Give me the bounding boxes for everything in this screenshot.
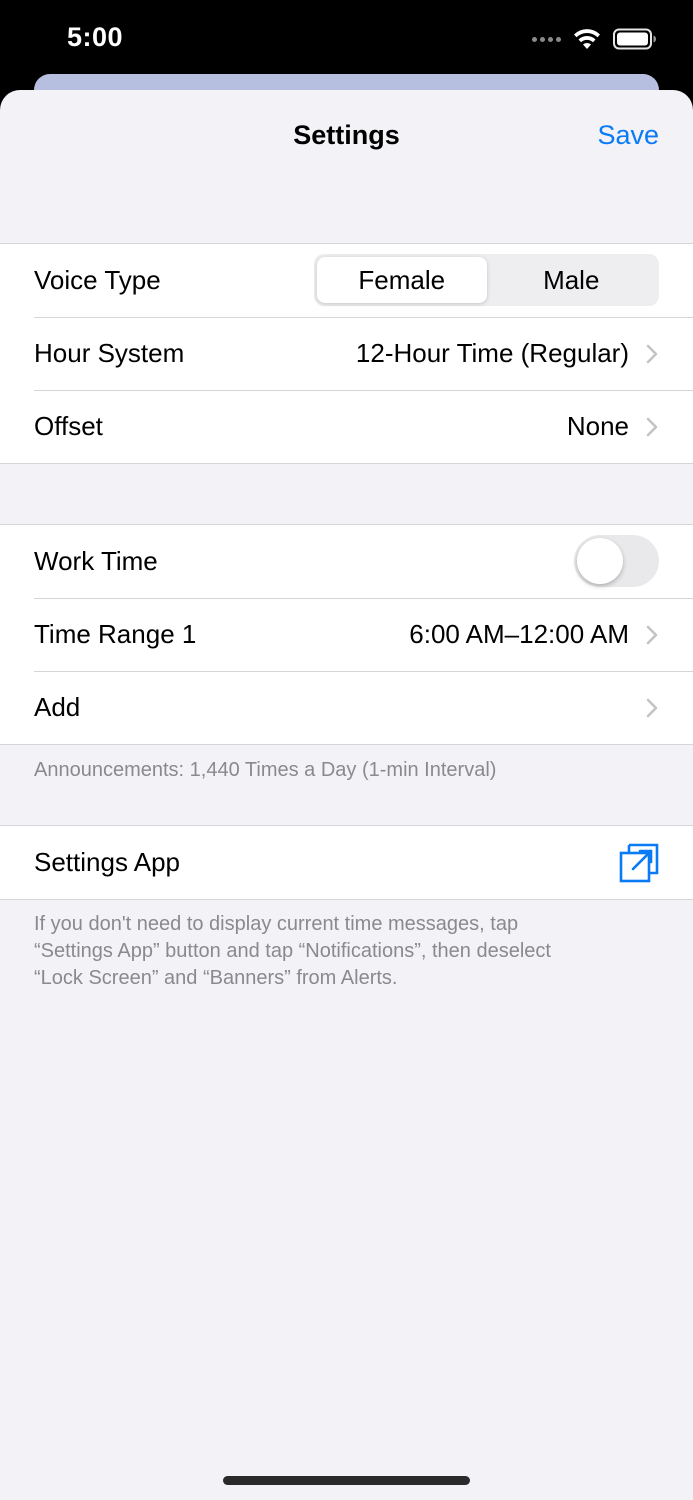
chevron-right-icon xyxy=(646,417,658,436)
chevron-right-icon xyxy=(646,698,658,717)
settings-app-label: Settings App xyxy=(34,847,180,877)
add-label: Add xyxy=(34,692,81,722)
voice-settings-group: Voice Type Female Male Hour System 12-Ho… xyxy=(0,243,693,464)
save-button[interactable]: Save xyxy=(597,120,659,151)
voice-type-row: Voice Type Female Male xyxy=(0,244,693,317)
time-range-row[interactable]: Time Range 1 6:00 AM–12:00 AM xyxy=(0,598,693,671)
voice-type-label: Voice Type xyxy=(34,265,161,295)
toggle-knob xyxy=(577,538,623,584)
settings-note-line: “Lock Screen” and “Banners” from Alerts. xyxy=(34,967,398,989)
segment-male[interactable]: Male xyxy=(487,257,657,303)
cellular-signal-icon xyxy=(532,36,561,42)
hour-system-value: 12-Hour Time (Regular) xyxy=(355,338,629,368)
settings-note-line: “Settings App” button and tap “Notificat… xyxy=(34,940,551,962)
offset-label: Offset xyxy=(34,411,103,441)
settings-app-row[interactable]: Settings App xyxy=(0,826,693,899)
add-time-range-row[interactable]: Add xyxy=(0,671,693,744)
status-indicators xyxy=(532,24,657,54)
settings-app-note: If you don't need to display current tim… xyxy=(34,911,664,992)
page-title: Settings xyxy=(293,120,400,150)
settings-sheet: Settings Save Voice Type Female Male Hou… xyxy=(0,90,693,1500)
voice-type-segmented-control[interactable]: Female Male xyxy=(314,254,659,306)
offset-row[interactable]: Offset None xyxy=(0,390,693,463)
time-range-label: Time Range 1 xyxy=(34,619,197,649)
status-time: 5:00 xyxy=(67,22,124,52)
settings-app-group: Settings App xyxy=(0,825,693,900)
hour-system-label: Hour System xyxy=(34,338,185,368)
offset-value: None xyxy=(566,411,629,441)
time-range-value: 6:00 AM–12:00 AM xyxy=(409,619,629,649)
segment-female[interactable]: Female xyxy=(317,257,487,303)
announcements-note: Announcements: 1,440 Times a Day (1-min … xyxy=(34,759,497,781)
chevron-right-icon xyxy=(646,625,658,644)
settings-note-line: If you don't need to display current tim… xyxy=(34,913,519,935)
hour-system-row[interactable]: Hour System 12-Hour Time (Regular) xyxy=(0,317,693,390)
wifi-icon xyxy=(574,29,600,49)
battery-icon xyxy=(613,28,656,50)
chevron-right-icon xyxy=(646,344,658,363)
work-time-group: Work Time Time Range 1 6:00 AM–12:00 AM … xyxy=(0,524,693,745)
external-link-icon[interactable] xyxy=(619,843,659,883)
work-time-label: Work Time xyxy=(34,546,158,576)
work-time-row: Work Time xyxy=(0,525,693,598)
work-time-toggle[interactable] xyxy=(574,535,659,587)
home-indicator xyxy=(223,1476,470,1485)
